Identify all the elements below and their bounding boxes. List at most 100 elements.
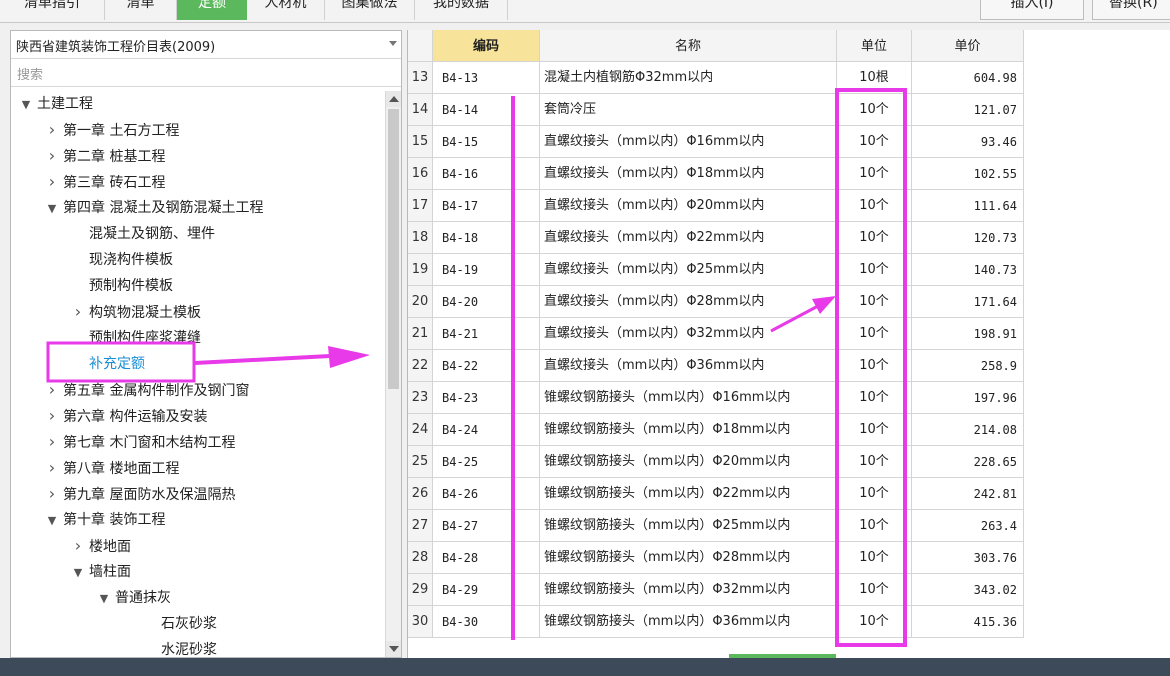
chevron-right-icon[interactable]: › (45, 377, 59, 403)
chevron-right-icon[interactable]: › (45, 169, 59, 195)
row-index: 19 (408, 254, 433, 286)
tree-node[interactable]: 现浇构件模板 (71, 247, 173, 273)
row-unit: 10个 (837, 606, 912, 638)
chevron-right-icon[interactable]: › (45, 117, 59, 143)
tree-node[interactable]: 混凝土及钢筋、埋件 (71, 221, 215, 247)
table-row[interactable]: 26 B4-26 锥螺纹钢筋接头（mm以内）Φ22mm以内 10个 242.81 (408, 478, 1170, 510)
chevron-right-icon[interactable]: › (45, 429, 59, 455)
tree-node-label: 预制构件模板 (89, 278, 173, 294)
table-row[interactable]: 24 B4-24 锥螺纹钢筋接头（mm以内）Φ18mm以内 10个 214.08 (408, 414, 1170, 446)
table-row[interactable]: 20 B4-20 直螺纹接头（mm以内）Φ28mm以内 10个 171.64 (408, 286, 1170, 318)
chevron-down-icon[interactable]: ▼ (71, 560, 85, 586)
top-toolbar: 清单指引 清单 定额 人材机 图集做法 我的数据 插入(I) 替换(R) (0, 0, 1170, 23)
row-name: 锥螺纹钢筋接头（mm以内）Φ22mm以内 (540, 478, 837, 510)
tree-node[interactable]: › 第五章 金属构件制作及钢门窗 (45, 377, 250, 403)
chevron-right-icon[interactable]: › (45, 455, 59, 481)
table-row[interactable]: 29 B4-29 锥螺纹钢筋接头（mm以内）Φ32mm以内 10个 343.02 (408, 574, 1170, 606)
scroll-thumb[interactable] (388, 109, 399, 389)
row-unit: 10个 (837, 222, 912, 254)
search-input[interactable] (15, 63, 399, 87)
table-row[interactable]: 16 B4-16 直螺纹接头（mm以内）Φ18mm以内 10个 102.55 (408, 158, 1170, 190)
chevron-right-icon[interactable]: › (71, 299, 85, 325)
tree-node[interactable]: › 楼地面 (71, 533, 131, 559)
table-row[interactable]: 13 B4-13 混凝土内植钢筋Φ32mm以内 10根 604.98 (408, 62, 1170, 94)
tree-node[interactable]: 预制构件座浆灌缝 (71, 325, 201, 351)
tab-bill[interactable]: 清单 (105, 0, 177, 20)
tree-node[interactable]: 补充定额 (71, 351, 145, 377)
chevron-right-icon[interactable]: › (71, 533, 85, 559)
row-code: B4-14 (433, 94, 540, 126)
chevron-down-icon[interactable]: ▼ (45, 196, 59, 222)
table-row[interactable]: 22 B4-22 直螺纹接头（mm以内）Φ36mm以内 10个 258.9 (408, 350, 1170, 382)
row-name: 套筒冷压 (540, 94, 837, 126)
chevron-down-icon[interactable]: ▼ (19, 92, 33, 118)
table-row[interactable]: 28 B4-28 锥螺纹钢筋接头（mm以内）Φ28mm以内 10个 303.76 (408, 542, 1170, 574)
chevron-down-icon[interactable]: ▼ (97, 586, 111, 612)
chevron-right-icon[interactable]: › (45, 143, 59, 169)
header-price[interactable]: 单价 (912, 30, 1024, 62)
table-row[interactable]: 23 B4-23 锥螺纹钢筋接头（mm以内）Φ16mm以内 10个 197.96 (408, 382, 1170, 414)
table-row[interactable]: 19 B4-19 直螺纹接头（mm以内）Φ25mm以内 10个 140.73 (408, 254, 1170, 286)
chevron-down-icon[interactable] (389, 41, 397, 46)
tree-node[interactable]: › 第六章 构件运输及安装 (45, 403, 208, 429)
row-index: 16 (408, 158, 433, 190)
tree-scrollbar[interactable] (385, 91, 401, 657)
tree-node-label: 混凝土及钢筋、埋件 (89, 226, 215, 242)
tree-node[interactable]: 预制构件模板 (71, 273, 173, 299)
row-unit: 10根 (837, 62, 912, 94)
tree-node[interactable]: 石灰砂浆 (143, 611, 217, 637)
table-row[interactable]: 21 B4-21 直螺纹接头（mm以内）Φ32mm以内 10个 198.91 (408, 318, 1170, 350)
row-price: 171.64 (912, 286, 1024, 318)
tree-node[interactable]: › 第七章 木门窗和木结构工程 (45, 429, 236, 455)
chevron-right-icon[interactable]: › (45, 481, 59, 507)
row-code: B4-28 (433, 542, 540, 574)
tree-node[interactable]: 水泥砂浆 (143, 637, 217, 657)
tree-node[interactable]: › 第一章 土石方工程 (45, 117, 180, 143)
header-name[interactable]: 名称 (540, 30, 837, 62)
tree-node-label: 预制构件座浆灌缝 (89, 330, 201, 346)
library-select[interactable]: 陕西省建筑装饰工程价目表(2009) (11, 31, 401, 59)
scroll-down-icon[interactable] (386, 641, 401, 657)
tree-node[interactable]: › 第二章 桩基工程 (45, 143, 166, 169)
tree-node[interactable]: › 第三章 砖石工程 (45, 169, 166, 195)
header-code[interactable]: 编码 (433, 30, 540, 62)
table-row[interactable]: 17 B4-17 直螺纹接头（mm以内）Φ20mm以内 10个 111.64 (408, 190, 1170, 222)
row-name: 锥螺纹钢筋接头（mm以内）Φ28mm以内 (540, 542, 837, 574)
tree-node-label: 现浇构件模板 (89, 252, 173, 268)
tree-node[interactable]: › 第九章 屋面防水及保温隔热 (45, 481, 236, 507)
tab-bill-guide[interactable]: 清单指引 (0, 0, 105, 20)
tab-my-data[interactable]: 我的数据 (415, 0, 508, 20)
tree-node[interactable]: ▼ 第十章 装饰工程 (45, 507, 166, 534)
tree-node[interactable]: › 第八章 楼地面工程 (45, 455, 180, 481)
table-row[interactable]: 25 B4-25 锥螺纹钢筋接头（mm以内）Φ20mm以内 10个 228.65 (408, 446, 1170, 478)
header-unit[interactable]: 单位 (837, 30, 912, 62)
insert-button[interactable]: 插入(I) (980, 0, 1084, 20)
table-row[interactable]: 18 B4-18 直螺纹接头（mm以内）Φ22mm以内 10个 120.73 (408, 222, 1170, 254)
tree-node[interactable]: ▼ 土建工程 (19, 91, 93, 117)
search-box[interactable] (11, 61, 401, 87)
tab-quota[interactable]: 定额 (177, 0, 247, 20)
tab-labor-material-machine[interactable]: 人材机 (247, 0, 325, 20)
row-unit: 10个 (837, 286, 912, 318)
row-unit: 10个 (837, 414, 912, 446)
chevron-down-icon[interactable]: ▼ (45, 508, 59, 534)
table-row[interactable]: 15 B4-15 直螺纹接头（mm以内）Φ16mm以内 10个 93.46 (408, 126, 1170, 158)
row-price: 343.02 (912, 574, 1024, 606)
row-unit: 10个 (837, 126, 912, 158)
table-row[interactable]: 14 B4-14 套筒冷压 10个 121.07 (408, 94, 1170, 126)
row-unit: 10个 (837, 382, 912, 414)
replace-button[interactable]: 替换(R) (1092, 0, 1170, 20)
table-row[interactable]: 27 B4-27 锥螺纹钢筋接头（mm以内）Φ25mm以内 10个 263.4 (408, 510, 1170, 542)
tree-node[interactable]: ▼ 普通抹灰 (97, 585, 171, 611)
tree-node[interactable]: ▼ 第四章 混凝土及钢筋混凝土工程 (45, 195, 264, 222)
row-unit: 10个 (837, 542, 912, 574)
chevron-right-icon[interactable]: › (45, 403, 59, 429)
scroll-up-icon[interactable] (386, 91, 401, 107)
tree-node-label: 水泥砂浆 (161, 642, 217, 657)
tree-node[interactable]: ▼ 墙柱面 (71, 559, 131, 585)
row-unit: 10个 (837, 158, 912, 190)
table-row[interactable]: 30 B4-30 锥螺纹钢筋接头（mm以内）Φ36mm以内 10个 415.36 (408, 606, 1170, 638)
row-index: 20 (408, 286, 433, 318)
tab-atlas-method[interactable]: 图集做法 (325, 0, 415, 20)
tree-node[interactable]: › 构筑物混凝土模板 (71, 299, 201, 325)
